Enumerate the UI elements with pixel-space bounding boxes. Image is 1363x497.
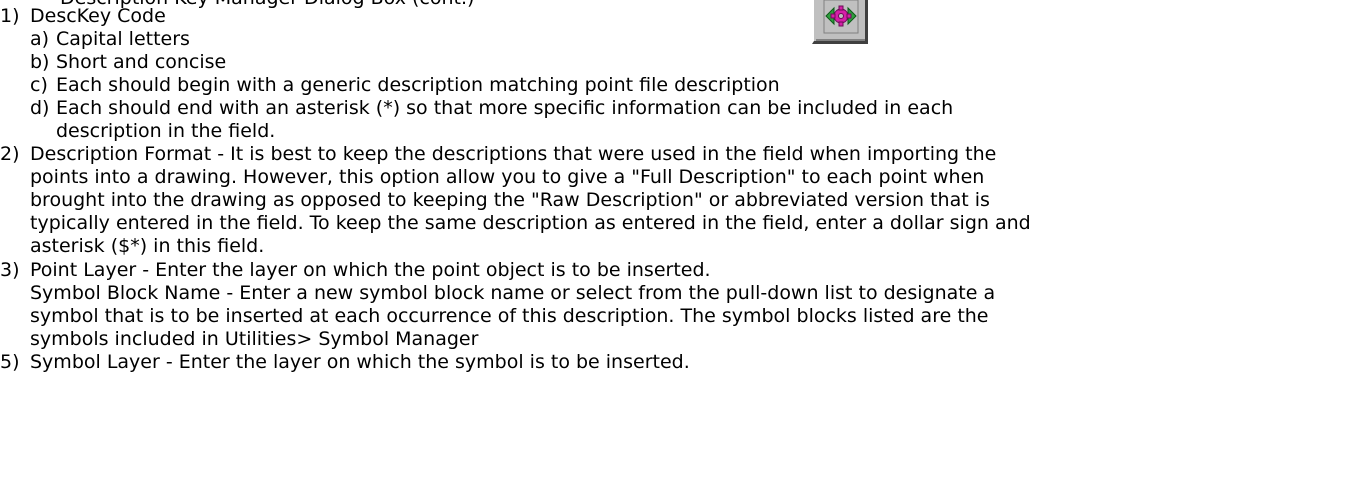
item-letter: b) [30,51,50,73]
description-key-icon [823,0,859,34]
item-letter: c) [30,74,48,96]
item-text: asterisk ($*) in this field. [30,235,265,257]
item-text: Point Layer - Enter the layer on which t… [30,259,711,281]
item-number: 2) [0,143,20,165]
item-letter: a) [30,28,50,50]
item-letter: d) [30,97,50,119]
item-number: 1) [0,5,20,27]
item-text: Symbol Block Name - Enter a new symbol b… [30,282,996,304]
item-number: 5) [0,351,20,373]
item-text: Each should end with an asterisk (*) so … [56,97,954,119]
item-text: brought into the drawing as opposed to k… [30,189,990,211]
item-text: Capital letters [56,28,190,50]
item-text: points into a drawing. However, this opt… [30,166,985,188]
item-text: symbol that is to be inserted at each oc… [30,305,989,327]
item-text: Each should begin with a generic descrip… [56,74,780,96]
document-page: { "top_clipped_text": "Description Key M… [0,0,1363,497]
item-number: 3) [0,259,20,281]
item-text: Short and concise [56,51,227,73]
item-text: description in the field. [56,120,276,142]
item-text: Symbol Layer - Enter the layer on which … [30,351,690,373]
item-text: typically entered in the field. To keep … [30,212,1031,234]
item-text: symbols included in Utilities> Symbol Ma… [30,328,479,350]
description-key-button[interactable] [812,0,868,44]
item-text: Description Format - It is best to keep … [30,143,997,165]
item-text: DescKey Code [30,5,166,27]
